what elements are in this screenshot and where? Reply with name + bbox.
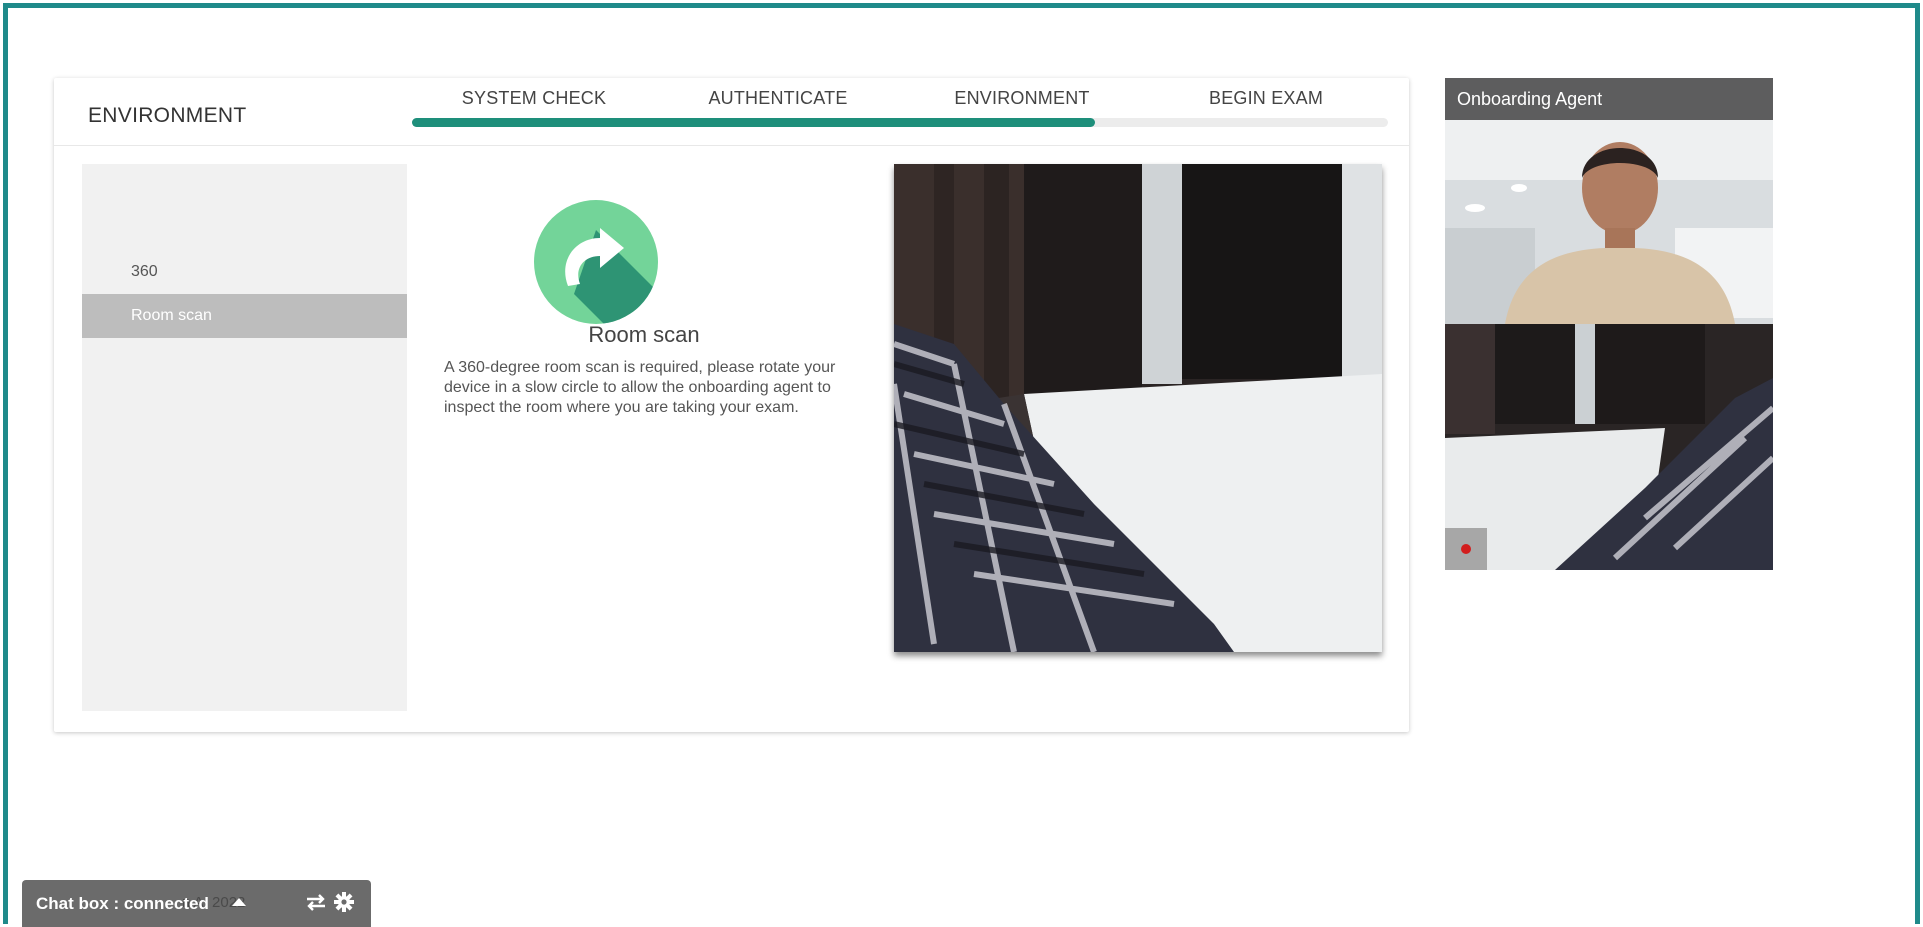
step-authenticate: AUTHENTICATE [708, 88, 848, 108]
step-environment: ENVIRONMENT [954, 88, 1090, 108]
gear-icon[interactable] [333, 891, 355, 913]
progress-fill [412, 118, 1096, 127]
instruction-title: Room scan [588, 322, 700, 347]
chat-box[interactable]: n AI 2022 Chat box : connected [22, 880, 371, 927]
agent-label: Onboarding Agent [1445, 78, 1773, 120]
chevron-up-icon[interactable] [228, 891, 250, 913]
onboarding-agent-panel: Onboarding Agent [1445, 78, 1773, 570]
sidebar-item-360[interactable]: 360 [82, 250, 407, 294]
progress-track [412, 118, 1388, 127]
camera-preview [894, 164, 1382, 652]
agent-video [1445, 78, 1773, 570]
card-header: ENVIRONMENT SYSTEM CHECK AUTHENTICATE EN… [54, 78, 1409, 146]
chat-status: Chat box : connected [36, 894, 209, 913]
swap-icon[interactable] [305, 891, 327, 913]
instruction-body: A 360-degree room scan is required, plea… [444, 359, 836, 416]
record-dot-icon[interactable] [1445, 528, 1487, 570]
page-title: ENVIRONMENT [88, 104, 247, 127]
step-system-check: SYSTEM CHECK [461, 88, 607, 108]
sidebar: 360 Room scan [82, 164, 407, 711]
sidebar-item-room-scan[interactable]: Room scan [82, 294, 407, 338]
step-begin-exam: BEGIN EXAM [1208, 88, 1324, 108]
rotate-arrow-icon [534, 200, 658, 324]
